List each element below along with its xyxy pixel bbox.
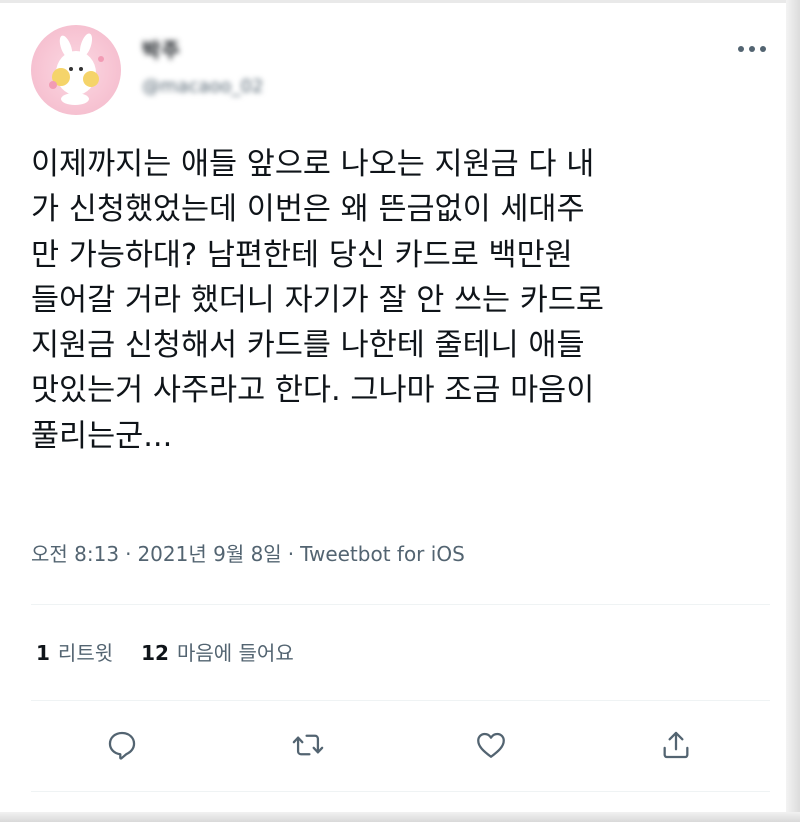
tweet-screenshot: 박주 @macaoo_02 이제까지는 애들 앞으로 나오는 지원금 다 내 가…	[0, 0, 800, 822]
share-button[interactable]	[656, 725, 696, 765]
tweet-text-line: 가 신청했었는데 이번은 왜 뜬금없이 세대주	[31, 192, 585, 228]
tweet-text-line: 맛있는거 사주라고 한다. 그나마 조금 마음이	[31, 373, 595, 409]
display-name[interactable]: 박주	[142, 34, 181, 63]
meta-separator: ·	[287, 542, 295, 566]
tweet-text-line: 지원금 신청해서 카드를 나한테 줄테니 애들	[31, 328, 585, 364]
reply-icon	[108, 731, 136, 760]
tweet-source-link[interactable]: Tweetbot for iOS	[300, 542, 465, 566]
tweet-text-line: 풀리는군...	[31, 418, 173, 454]
more-horizontal-icon	[738, 46, 766, 52]
tweet-text-line: 만 가능하대? 남편한테 당신 카드로 백만원	[31, 237, 573, 273]
retweet-button[interactable]	[288, 725, 328, 765]
retweets-count: 1	[36, 641, 50, 665]
meta-separator: ·	[125, 542, 132, 566]
user-handle[interactable]: @macaoo_02	[142, 76, 263, 97]
retweets-label: 리트윗	[57, 641, 114, 665]
divider	[31, 700, 770, 701]
reply-button[interactable]	[102, 725, 142, 765]
tweet-stats: 1 리트윗 12 마음에 들어요	[36, 637, 322, 666]
share-icon	[663, 731, 689, 759]
retweets-stat[interactable]: 1 리트윗	[36, 637, 113, 666]
bottom-border	[0, 812, 800, 822]
avatar[interactable]	[31, 25, 121, 115]
likes-count: 12	[141, 641, 169, 665]
top-border	[0, 0, 800, 3]
divider	[31, 604, 770, 605]
right-border	[786, 0, 800, 822]
divider	[31, 791, 770, 792]
tweet-text-line: 이제까지는 애들 앞으로 나오는 지원금 다 내	[31, 147, 595, 182]
tweet-date[interactable]: 2021년 9월 8일	[137, 542, 281, 566]
tweet-text: 이제까지는 애들 앞으로 나오는 지원금 다 내 가 신청했었는데 이번은 왜 …	[31, 142, 776, 459]
likes-label: 마음에 들어요	[176, 641, 294, 665]
heart-icon	[477, 732, 505, 758]
tweet-meta: 오전 8:13 · 2021년 9월 8일 · Tweetbot for iOS	[31, 538, 465, 567]
likes-stat[interactable]: 12 마음에 들어요	[141, 637, 294, 666]
avatar-illustration	[49, 33, 104, 105]
more-options-button[interactable]	[732, 36, 772, 62]
tweet-text-line: 들어갈 거라 했더니 자기가 잘 안 쓰는 카드로	[31, 282, 604, 318]
like-button[interactable]	[471, 725, 511, 765]
retweet-icon	[292, 734, 324, 756]
tweet-time[interactable]: 오전 8:13	[31, 542, 119, 566]
